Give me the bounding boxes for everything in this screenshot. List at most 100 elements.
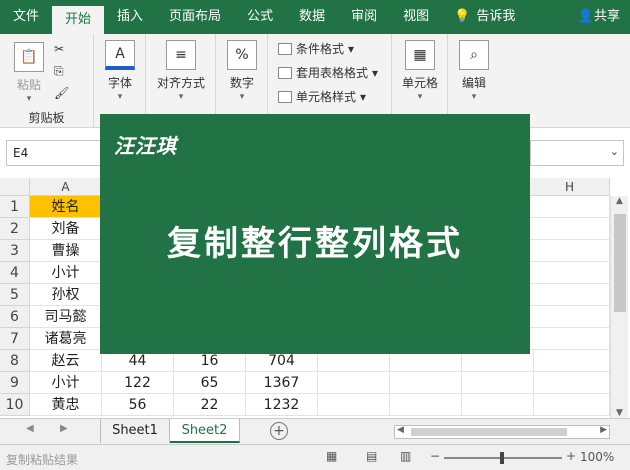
page-layout-view-icon[interactable]: ▤: [366, 449, 377, 463]
cell[interactable]: [390, 394, 462, 416]
cell[interactable]: 小计: [30, 372, 102, 394]
font-button[interactable]: A 字体 ▾: [105, 40, 135, 102]
cell[interactable]: 122: [102, 372, 174, 394]
chevron-down-icon: ▾: [417, 92, 423, 102]
zoom-level[interactable]: 100%: [580, 450, 614, 464]
row-header[interactable]: 9: [0, 372, 30, 394]
vertical-scrollbar[interactable]: ▲ ▼: [610, 196, 628, 418]
tab-file[interactable]: 文件: [0, 0, 52, 34]
cell-styles-button[interactable]: 单元格样式 ▾: [278, 88, 366, 105]
clipboard-group: 📋 粘贴 ▾ ✂ ⎘ 🖌 剪贴板: [0, 34, 94, 128]
cut-button[interactable]: ✂: [54, 42, 64, 56]
tab-page-layout[interactable]: 页面布局: [156, 0, 234, 34]
cell[interactable]: [530, 218, 610, 240]
tab-formulas[interactable]: 公式: [234, 0, 286, 34]
chevron-down-icon[interactable]: ⌄: [610, 145, 619, 158]
format-painter-button[interactable]: 🖌: [54, 86, 69, 100]
alignment-button[interactable]: ≡ 对齐方式 ▾: [154, 40, 208, 102]
paste-label: 粘贴: [16, 78, 41, 92]
add-sheet-icon[interactable]: +: [270, 422, 288, 440]
row-header[interactable]: 4: [0, 262, 30, 284]
tab-home[interactable]: 开始: [52, 6, 105, 34]
cell[interactable]: 22: [174, 394, 246, 416]
tell-me-button[interactable]: 💡 告诉我: [454, 0, 515, 34]
column-header-h[interactable]: H: [530, 178, 610, 196]
cell[interactable]: [534, 372, 610, 394]
formula-bar[interactable]: ⌄: [530, 140, 624, 166]
tab-data[interactable]: 数据: [286, 0, 338, 34]
percent-icon: %: [227, 40, 257, 70]
cell-styles-icon: [278, 90, 292, 103]
format-as-table-button[interactable]: 套用表格格式 ▾: [278, 64, 378, 81]
cell[interactable]: 诸葛亮: [30, 328, 102, 350]
cell[interactable]: [530, 240, 610, 262]
cell[interactable]: 司马懿: [30, 306, 102, 328]
next-sheet-icon[interactable]: ▶: [60, 423, 68, 434]
scroll-thumb[interactable]: [411, 428, 567, 436]
page-break-view-icon[interactable]: ▥: [400, 449, 411, 463]
row-header[interactable]: 7: [0, 328, 30, 350]
search-icon: ⌕: [459, 40, 489, 70]
scroll-up-icon[interactable]: ▲: [611, 196, 628, 206]
cell[interactable]: [534, 350, 610, 372]
cell[interactable]: 孙权: [30, 284, 102, 306]
copy-button[interactable]: ⎘: [54, 64, 64, 79]
cell[interactable]: [318, 372, 390, 394]
name-box[interactable]: E4: [6, 140, 102, 166]
horizontal-scrollbar[interactable]: ◀ ▶: [394, 425, 610, 439]
cell[interactable]: 黄忠: [30, 394, 102, 416]
zoom-out-icon[interactable]: −: [430, 449, 440, 463]
lightbulb-icon: 💡: [454, 9, 471, 24]
tab-insert[interactable]: 插入: [104, 0, 156, 34]
row-header[interactable]: 8: [0, 350, 30, 372]
row-header[interactable]: 6: [0, 306, 30, 328]
select-all-corner[interactable]: [0, 178, 30, 196]
header-cell-name[interactable]: 姓名: [30, 196, 102, 218]
row-header[interactable]: 1: [0, 196, 30, 218]
cell[interactable]: [534, 394, 610, 416]
row-header[interactable]: 3: [0, 240, 30, 262]
sheet-tab-1[interactable]: Sheet1: [100, 419, 170, 443]
cell[interactable]: 1367: [246, 372, 318, 394]
share-button[interactable]: 👤共享: [578, 0, 620, 34]
row-header[interactable]: 2: [0, 218, 30, 240]
editing-button[interactable]: ⌕ 编辑 ▾: [459, 40, 489, 102]
cells-button[interactable]: ▦ 单元格 ▾: [399, 40, 441, 102]
scroll-thumb[interactable]: [614, 214, 626, 312]
cell[interactable]: [530, 262, 610, 284]
sheet-tab-2[interactable]: Sheet2: [170, 419, 240, 443]
tab-view[interactable]: 视图: [390, 0, 442, 34]
zoom-slider-thumb[interactable]: [500, 452, 504, 464]
scroll-right-icon[interactable]: ▶: [600, 425, 607, 435]
cell[interactable]: 1232: [246, 394, 318, 416]
cell[interactable]: [530, 196, 610, 218]
row-header[interactable]: 5: [0, 284, 30, 306]
cell[interactable]: [530, 328, 610, 350]
cell[interactable]: [462, 372, 534, 394]
cell[interactable]: [530, 306, 610, 328]
column-header-a[interactable]: A: [30, 178, 102, 196]
scroll-down-icon[interactable]: ▼: [611, 408, 628, 418]
conditional-format-button[interactable]: 条件格式 ▾: [278, 40, 354, 57]
cell[interactable]: 56: [102, 394, 174, 416]
cell[interactable]: 刘备: [30, 218, 102, 240]
zoom-in-icon[interactable]: +: [566, 449, 576, 463]
cell[interactable]: [318, 394, 390, 416]
row-header[interactable]: 10: [0, 394, 30, 416]
zoom-slider[interactable]: [444, 452, 562, 464]
cell[interactable]: 曹操: [30, 240, 102, 262]
cell[interactable]: [530, 284, 610, 306]
cell[interactable]: [390, 372, 462, 394]
normal-view-icon[interactable]: ▦: [326, 449, 337, 463]
scroll-left-icon[interactable]: ◀: [397, 425, 404, 435]
clipboard-group-label: 剪贴板: [28, 111, 65, 125]
number-button[interactable]: % 数字 ▾: [227, 40, 257, 102]
cell[interactable]: [462, 394, 534, 416]
paste-button[interactable]: 📋 粘贴 ▾: [14, 42, 44, 104]
align-icon: ≡: [166, 40, 196, 70]
prev-sheet-icon[interactable]: ◀: [26, 423, 34, 434]
cell[interactable]: 65: [174, 372, 246, 394]
cell[interactable]: 赵云: [30, 350, 102, 372]
cell[interactable]: 小计: [30, 262, 102, 284]
tab-review[interactable]: 审阅: [338, 0, 390, 34]
